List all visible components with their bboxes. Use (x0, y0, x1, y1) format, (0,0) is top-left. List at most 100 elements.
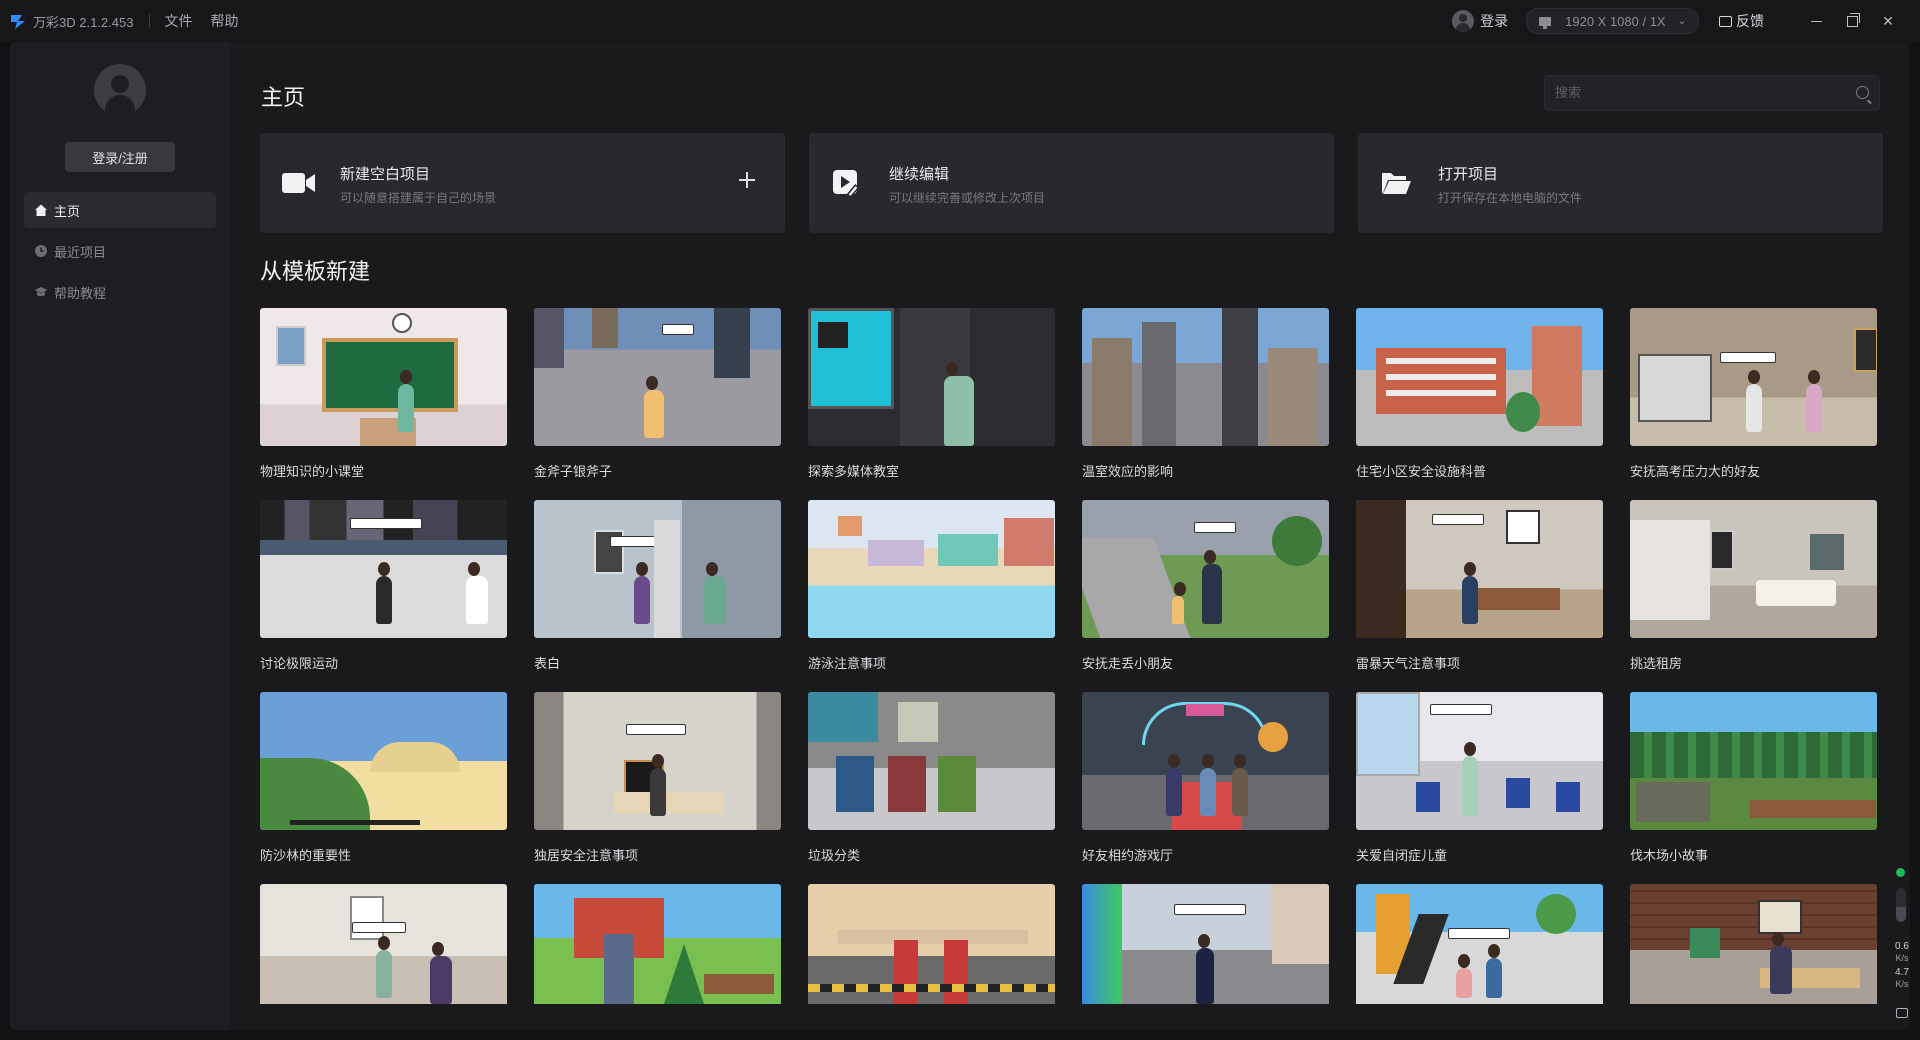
close-button[interactable]: × (1870, 0, 1906, 42)
home-icon (34, 203, 48, 217)
screenshot-icon[interactable] (1896, 1008, 1908, 1018)
template-card[interactable]: 游泳注意事项 (808, 500, 1055, 672)
template-thumbnail (1082, 884, 1329, 1004)
template-card[interactable]: 住宅小区安全设施科普 (1356, 308, 1603, 480)
template-card[interactable] (1356, 884, 1603, 1019)
menu-file[interactable]: 文件 (164, 11, 192, 31)
template-label: 垃圾分类 (808, 848, 861, 863)
feedback-label: 反馈 (1736, 13, 1764, 29)
template-label: 独居安全注意事项 (534, 848, 639, 863)
sidebar-item-home[interactable]: 主页 (24, 192, 216, 228)
template-card[interactable]: 表白 (534, 500, 781, 672)
template-label: 金斧子银斧子 (534, 464, 613, 479)
sidebar-item-label: 最近项目 (54, 244, 107, 260)
template-label: 好友相约游戏厅 (1082, 848, 1174, 863)
network-status: 0.6 K/s 4.7 K/s (1884, 860, 1920, 1030)
quick-actions: 新建空白项目 可以随意搭建属于自己的场景 继续编辑 可以继续完善或修改上次项目 … (260, 133, 1883, 233)
template-label: 温室效应的影响 (1082, 464, 1174, 479)
upload-unit: K/s (1895, 953, 1909, 963)
template-card[interactable]: 独居安全注意事项 (534, 692, 781, 864)
close-icon: × (1882, 10, 1894, 31)
template-card[interactable] (534, 884, 781, 1019)
template-card[interactable]: 好友相约游戏厅 (1082, 692, 1329, 864)
template-label: 住宅小区安全设施科普 (1356, 464, 1487, 479)
template-thumbnail (808, 884, 1055, 1004)
sidebar-item-recent[interactable]: 最近项目 (24, 233, 216, 269)
minimize-icon (1810, 20, 1822, 22)
minimize-button[interactable] (1798, 0, 1834, 42)
app-logo: 万彩3D 2.1.2.453 (10, 12, 133, 31)
template-thumbnail (534, 500, 781, 638)
template-label: 安抚走丢小朋友 (1082, 656, 1174, 671)
template-thumbnail (1356, 308, 1603, 446)
maximize-button[interactable] (1834, 0, 1870, 42)
template-thumbnail (1082, 692, 1329, 830)
template-thumbnail (260, 884, 507, 1004)
template-card[interactable]: 垃圾分类 (808, 692, 1055, 864)
title-divider (149, 14, 151, 28)
menu-help[interactable]: 帮助 (210, 11, 238, 31)
template-card[interactable] (260, 884, 507, 1019)
status-indicator (1896, 868, 1905, 877)
template-card[interactable]: 安抚走丢小朋友 (1082, 500, 1329, 672)
feedback-button[interactable]: 反馈 (1719, 11, 1764, 31)
graduation-cap-icon (34, 285, 48, 299)
template-thumbnail (1630, 884, 1877, 1004)
folder-open-icon (1382, 173, 1411, 194)
template-thumbnail (1356, 500, 1603, 638)
template-label: 探索多媒体教室 (808, 464, 900, 479)
template-card[interactable]: 探索多媒体教室 (808, 308, 1055, 480)
app-logo-icon (11, 14, 25, 29)
template-card[interactable]: 讨论极限运动 (260, 500, 507, 672)
template-card[interactable]: 雷暴天气注意事项 (1356, 500, 1603, 672)
template-label: 挑选租房 (1630, 656, 1683, 671)
login-button[interactable]: 登录 (1452, 10, 1508, 32)
template-card[interactable]: 安抚高考压力大的好友 (1630, 308, 1877, 480)
feedback-icon (1719, 15, 1732, 27)
open-project-card[interactable]: 打开项目 打开保存在本地电脑的文件 (1358, 133, 1883, 233)
template-card[interactable]: 防沙林的重要性 (260, 692, 507, 864)
chevron-down-icon: ⌄ (1677, 15, 1686, 27)
search-box[interactable] (1544, 75, 1880, 111)
login-label: 登录 (1480, 13, 1509, 29)
template-card[interactable]: 金斧子银斧子 (534, 308, 781, 480)
template-card[interactable]: 物理知识的小课堂 (260, 308, 507, 480)
search-icon[interactable] (1856, 86, 1869, 99)
plus-icon[interactable] (739, 172, 755, 188)
avatar[interactable] (94, 64, 146, 116)
sidebar: 登录/注册 主页 最近项目 帮助教程 (10, 42, 230, 1030)
sidebar-nav: 主页 最近项目 帮助教程 (24, 192, 216, 315)
action-title: 继续编辑 (889, 166, 950, 183)
resolution-select[interactable]: 1920 X 1080 / 1X ⌄ (1526, 8, 1699, 34)
restore-icon (1846, 12, 1860, 27)
template-thumbnail (808, 308, 1055, 446)
template-label: 表白 (534, 656, 561, 671)
action-description: 打开保存在本地电脑的文件 (1438, 191, 1583, 205)
action-title: 新建空白项目 (340, 166, 431, 183)
new-blank-project-card[interactable]: 新建空白项目 可以随意搭建属于自己的场景 (260, 133, 785, 233)
title-bar: 万彩3D 2.1.2.453 文件 帮助 登录 1920 X 1080 / 1X… (0, 0, 1920, 42)
template-label: 物理知识的小课堂 (260, 464, 365, 479)
continue-editing-card[interactable]: 继续编辑 可以继续完善或修改上次项目 (809, 133, 1334, 233)
clock-icon (34, 244, 48, 258)
template-thumbnail (260, 692, 507, 830)
login-register-button[interactable]: 登录/注册 (65, 142, 175, 172)
template-thumbnail (1630, 308, 1877, 446)
sidebar-item-tutorials[interactable]: 帮助教程 (24, 274, 216, 310)
template-thumbnail (1082, 308, 1329, 446)
template-thumbnail (534, 308, 781, 446)
memory-gauge (1896, 888, 1906, 922)
template-label: 关爱自闭症儿童 (1356, 848, 1448, 863)
template-card[interactable]: 关爱自闭症儿童 (1356, 692, 1603, 864)
template-card[interactable] (1630, 884, 1877, 1019)
template-card[interactable] (808, 884, 1055, 1019)
template-card[interactable]: 温室效应的影响 (1082, 308, 1329, 480)
template-thumbnail (808, 692, 1055, 830)
download-unit: K/s (1895, 979, 1909, 989)
template-card[interactable]: 伐木场小故事 (1630, 692, 1877, 864)
templates-title: 从模板新建 (260, 259, 371, 284)
template-card[interactable]: 挑选租房 (1630, 500, 1877, 672)
template-card[interactable] (1082, 884, 1329, 1019)
search-input[interactable] (1553, 84, 1847, 101)
app-name: 万彩3D 2.1.2.453 (33, 14, 134, 30)
